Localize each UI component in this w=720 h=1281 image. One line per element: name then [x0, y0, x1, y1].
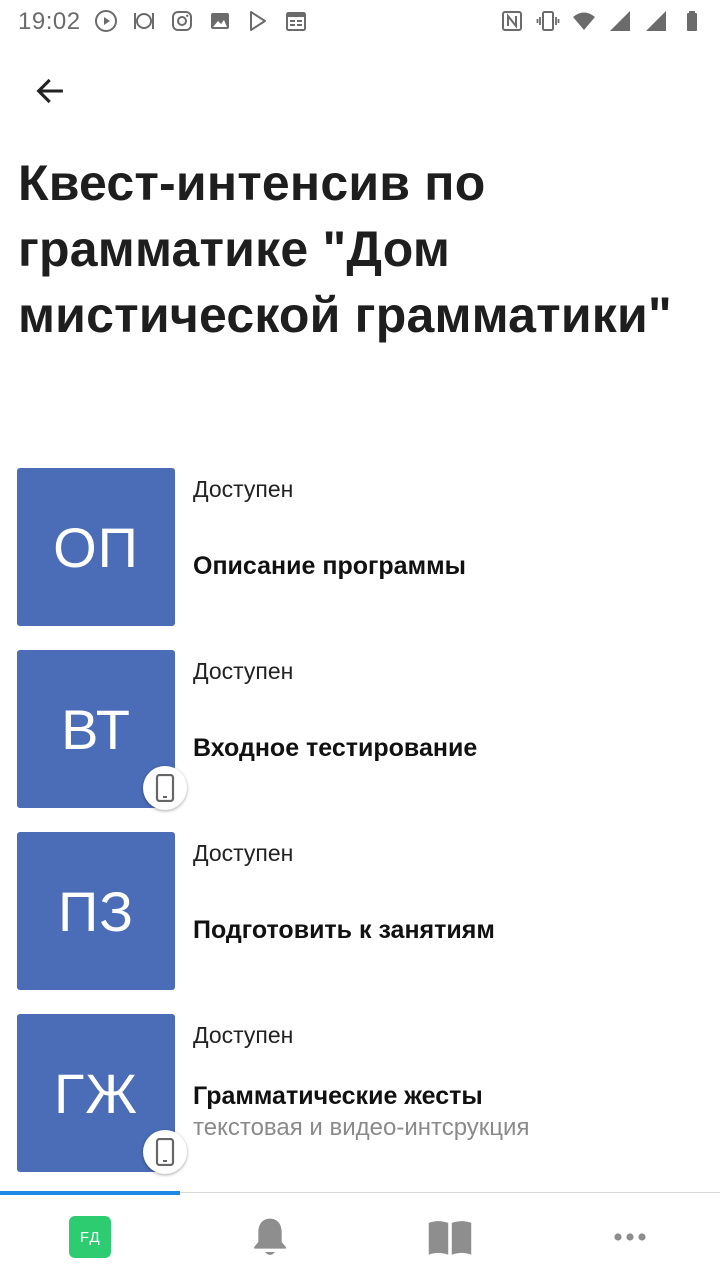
instagram-icon	[172, 11, 192, 31]
lesson-status: Доступен	[193, 476, 294, 502]
lesson-tile: ПЗ	[17, 832, 175, 990]
status-bar: 19:02	[0, 0, 720, 44]
vibrate-icon	[536, 11, 560, 31]
bottom-nav: FД	[0, 1191, 720, 1281]
status-time: 19:02	[18, 8, 81, 35]
smartphone-icon	[155, 774, 175, 802]
back-button[interactable]	[24, 68, 76, 114]
lesson-subtitle: текстовая и видео-интсрукция	[193, 1114, 530, 1141]
image-icon	[211, 13, 229, 29]
lesson-item-prepare[interactable]: ПЗ Доступен Подготовить к занятиям	[0, 832, 720, 990]
lesson-status: Доступен	[193, 658, 294, 684]
lesson-tile: ОП	[17, 468, 175, 626]
signal-icon	[646, 11, 666, 31]
notifications-bell-icon	[254, 1218, 286, 1255]
lesson-item-entry-test[interactable]: ВТ Доступен Входное тестирование	[0, 650, 720, 810]
lesson-title: Подготовить к занятиям	[193, 916, 495, 944]
nav-notifications[interactable]	[180, 1193, 360, 1281]
mobile-badge	[143, 1130, 187, 1174]
book-icon	[428, 1221, 472, 1255]
arrow-back-icon	[36, 78, 63, 104]
lesson-tile-initials: ПЗ	[57, 879, 135, 943]
page-title: Квест-интенсив по грамматике "Дом мистич…	[18, 155, 672, 343]
lesson-tile-initials: ВТ	[61, 697, 131, 761]
lesson-tile-initials: ГЖ	[53, 1061, 139, 1125]
lesson-tile-initials: ОП	[53, 515, 139, 579]
lesson-item-grammar-gestures[interactable]: ГЖ Доступен Грамматические жесты текстов…	[0, 1014, 720, 1174]
signal-icon	[610, 11, 630, 31]
lesson-title: Описание программы	[193, 552, 466, 580]
lesson-status: Доступен	[193, 1022, 294, 1048]
nav-profile[interactable]: FД	[0, 1193, 180, 1281]
wifi-icon	[573, 12, 595, 30]
smartphone-icon	[155, 1138, 175, 1166]
nav-more[interactable]	[540, 1193, 720, 1281]
lesson-status: Доступен	[193, 840, 294, 866]
play-store-icon	[250, 11, 266, 31]
lesson-title: Грамматические жесты	[193, 1082, 483, 1110]
calendar-icon	[286, 12, 306, 31]
battery-icon	[687, 11, 697, 31]
lesson-title: Входное тестирование	[193, 734, 478, 762]
play-circle-icon	[95, 10, 117, 32]
lesson-item-description[interactable]: ОП Доступен Описание программы	[0, 468, 720, 626]
mobile-badge	[143, 766, 187, 810]
nfc-icon	[502, 11, 522, 31]
restaurant-icon	[134, 13, 154, 29]
nav-courses[interactable]	[360, 1193, 540, 1281]
avatar: FД	[69, 1216, 111, 1258]
more-icon	[614, 1233, 646, 1241]
